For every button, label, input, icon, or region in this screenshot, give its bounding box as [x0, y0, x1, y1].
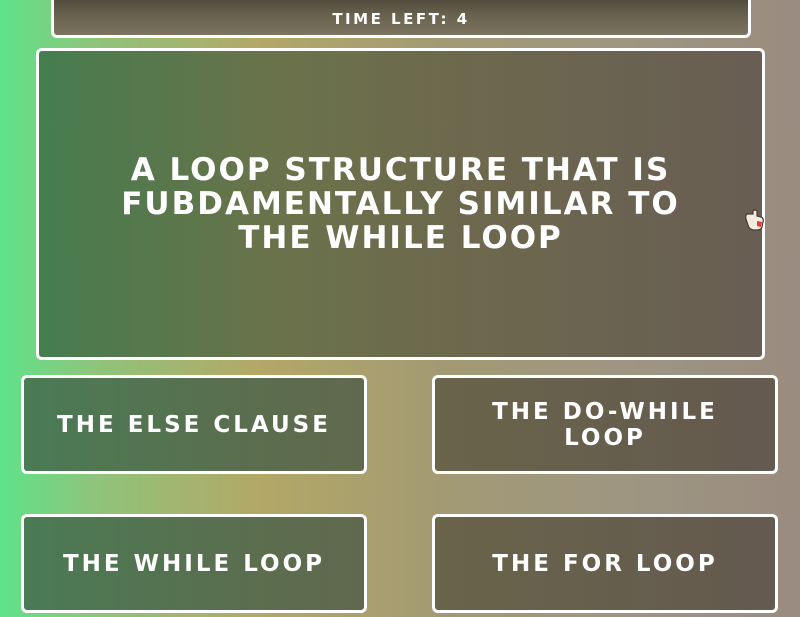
answer-label: The else clause — [57, 411, 331, 438]
question-card: A loop structure that is fubdamentally s… — [36, 48, 765, 360]
answer-label: The do-while loop — [492, 398, 718, 451]
hand-pointer-cursor-icon — [745, 209, 764, 231]
answer-label: The while loop — [62, 550, 325, 577]
timer-bar: Time left: 4 — [51, 0, 751, 38]
time-left-label: Time left: 4 — [332, 10, 470, 28]
answer-button-1[interactable]: The else clause — [21, 375, 367, 474]
answer-button-4[interactable]: The for loop — [432, 514, 778, 613]
answer-button-3[interactable]: The while loop — [21, 514, 367, 613]
answer-button-2[interactable]: The do-while loop — [432, 375, 778, 474]
answer-label: The for loop — [492, 550, 718, 577]
question-text: A loop structure that is fubdamentally s… — [121, 152, 680, 256]
